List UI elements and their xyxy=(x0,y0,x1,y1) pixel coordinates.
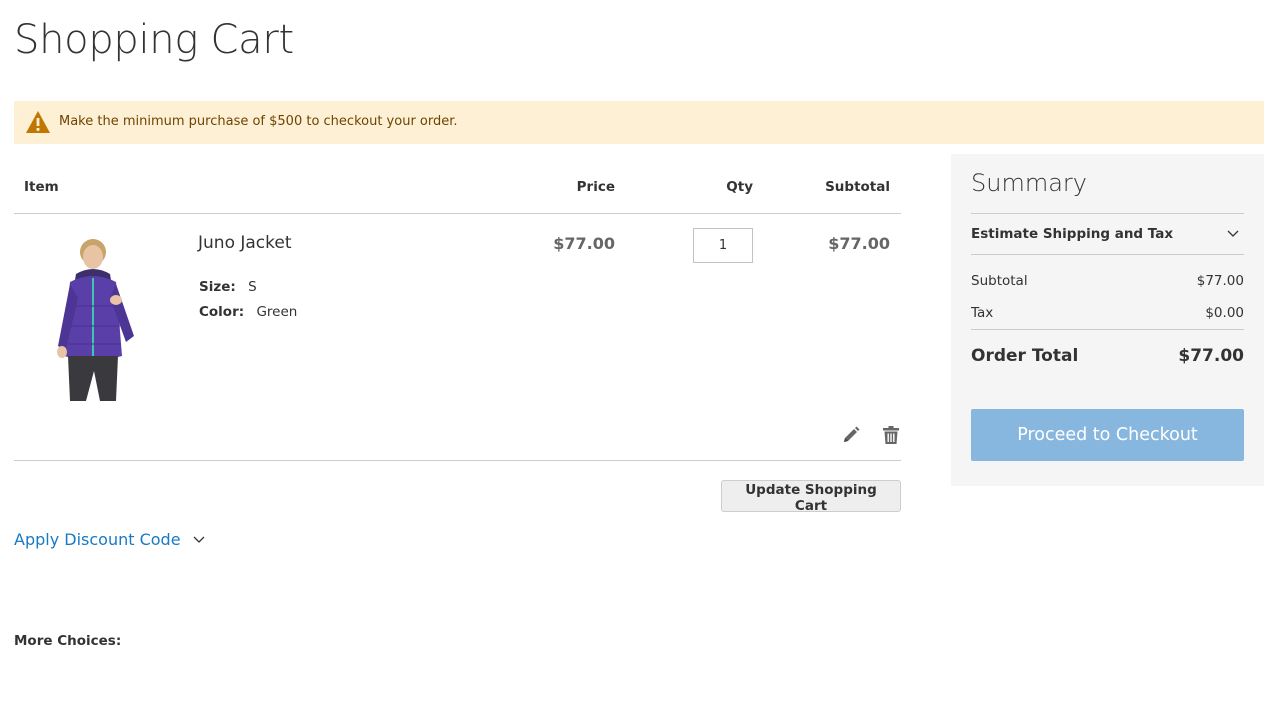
option-color: Color: Green xyxy=(199,304,297,320)
summary-divider xyxy=(971,329,1244,330)
chevron-down-icon xyxy=(1227,230,1239,237)
column-header-item: Item xyxy=(24,179,59,195)
cart-table: Item Price Qty Subtotal Juno Jacket Size… xyxy=(14,166,901,461)
order-total-row: Order Total $77.00 xyxy=(971,346,1244,366)
estimate-shipping-toggle[interactable]: Estimate Shipping and Tax xyxy=(971,213,1244,255)
minimum-purchase-notice: Make the minimum purchase of $500 to che… xyxy=(14,101,1264,144)
qty-input[interactable] xyxy=(693,228,753,263)
page-title: Shopping Cart xyxy=(14,17,294,63)
summary-tax-row: Tax $0.00 xyxy=(971,305,1244,321)
summary-subtotal-row: Subtotal $77.00 xyxy=(971,273,1244,289)
summary-tax-value: $0.00 xyxy=(1205,305,1244,321)
column-header-qty: Qty xyxy=(726,179,753,195)
estimate-shipping-label: Estimate Shipping and Tax xyxy=(971,226,1174,242)
item-subtotal: $77.00 xyxy=(828,234,890,253)
delete-icon[interactable] xyxy=(883,426,899,444)
edit-icon[interactable] xyxy=(842,426,860,444)
order-summary: Summary Estimate Shipping and Tax Subtot… xyxy=(951,154,1264,486)
product-image[interactable] xyxy=(30,236,175,401)
cart-item-row: Juno Jacket Size: S Color: Green $77.00 … xyxy=(14,214,901,461)
summary-tax-label: Tax xyxy=(971,305,994,321)
summary-subtotal-value: $77.00 xyxy=(1196,273,1244,289)
notice-text: Make the minimum purchase of $500 to che… xyxy=(59,114,458,129)
more-choices-heading: More Choices: xyxy=(14,633,122,649)
warning-icon xyxy=(26,111,50,133)
chevron-down-icon xyxy=(193,536,205,543)
option-size: Size: S xyxy=(199,279,257,295)
option-size-value: S xyxy=(248,279,257,295)
option-color-label: Color: xyxy=(199,304,245,320)
update-cart-button[interactable]: Update Shopping Cart xyxy=(721,480,901,514)
column-header-price: Price xyxy=(576,179,615,195)
apply-discount-label: Apply Discount Code xyxy=(14,530,181,549)
item-price: $77.00 xyxy=(553,234,615,253)
option-color-value: Green xyxy=(256,304,298,320)
option-size-label: Size: xyxy=(199,279,236,295)
order-total-label: Order Total xyxy=(971,346,1079,366)
cart-table-header: Item Price Qty Subtotal xyxy=(14,166,901,214)
column-header-subtotal: Subtotal xyxy=(825,179,890,195)
summary-title: Summary xyxy=(971,169,1087,197)
proceed-to-checkout-button[interactable]: Proceed to Checkout xyxy=(971,409,1244,461)
order-total-value: $77.00 xyxy=(1178,346,1244,366)
product-name-link[interactable]: Juno Jacket xyxy=(198,233,292,253)
summary-subtotal-label: Subtotal xyxy=(971,273,1028,289)
apply-discount-toggle[interactable]: Apply Discount Code xyxy=(14,530,205,549)
